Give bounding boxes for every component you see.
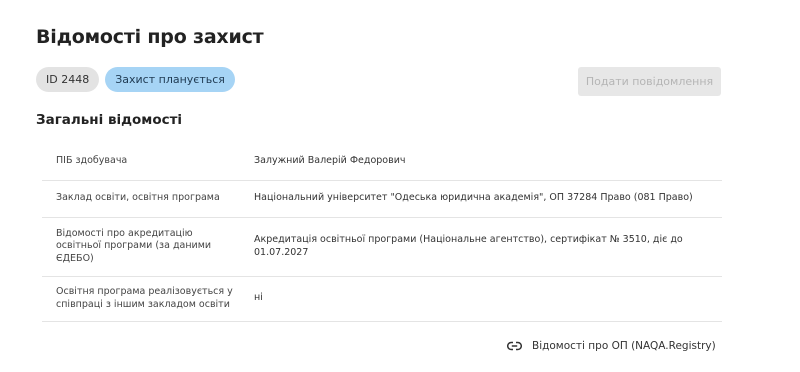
badge-group: ID 2448 Захист планується [36, 67, 235, 92]
status-badge: Захист планується [105, 67, 235, 92]
row-value: Національний університет "Одеська юридич… [254, 192, 693, 204]
submit-notification-button[interactable]: Подати повідомлення [578, 67, 721, 96]
page-title: Відомості про захист [36, 26, 264, 48]
row-value: ні [254, 292, 263, 304]
row-value: Акредитація освітньої програми (Націонал… [254, 234, 683, 258]
registry-link-label: Відомості про ОП (NAQA.Registry) [532, 340, 716, 352]
table-row: Заклад освіти, освітня програма Націонал… [42, 180, 722, 217]
row-value: Залужний Валерій Федорович [254, 154, 406, 166]
section-title: Загальні відомості [36, 112, 183, 128]
table-row: Відомості про акредитацію освітньої прог… [42, 217, 722, 276]
row-label: Освітня програма реалізовується у співпр… [56, 286, 233, 310]
link-icon [507, 341, 522, 351]
registry-link[interactable]: Відомості про ОП (NAQA.Registry) [507, 340, 716, 352]
row-label: Заклад освіти, освітня програма [56, 192, 220, 204]
row-label: ПІБ здобувача [56, 154, 128, 166]
general-info-table: ПІБ здобувача Залужний Валерій Федорович… [42, 142, 722, 322]
id-badge: ID 2448 [36, 67, 100, 92]
table-row: Освітня програма реалізовується у співпр… [42, 276, 722, 321]
table-row: ПІБ здобувача Залужний Валерій Федорович [42, 142, 722, 180]
row-label: Відомості про акредитацію освітньої прог… [56, 227, 212, 264]
